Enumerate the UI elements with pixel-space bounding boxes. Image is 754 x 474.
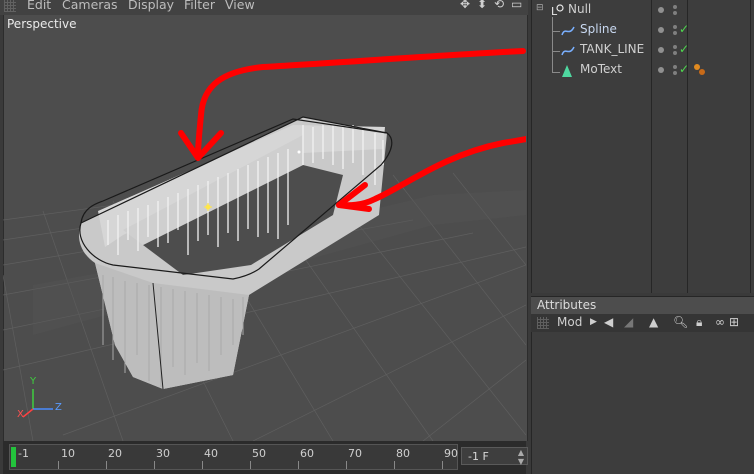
frame-spinner-icon[interactable]: ▲ ▼ [518, 448, 524, 466]
tick-label: 40 [204, 447, 218, 460]
null-icon: L [551, 4, 564, 17]
tick-label: 70 [348, 447, 362, 460]
tick-label: -1 [18, 447, 29, 460]
viewport-menubar: Edit Cameras Display Filter View ✥ ⬍ ⟲ ▭ [0, 0, 528, 15]
enabled-check-icon[interactable]: ✓ [679, 22, 689, 36]
forward-arrow-icon[interactable]: ◢ [624, 315, 633, 329]
tick-label: 60 [300, 447, 314, 460]
visibility-dot[interactable] [658, 67, 664, 73]
new-panel-icon[interactable]: ⊞ [729, 315, 739, 329]
menu-cameras[interactable]: Cameras [62, 0, 118, 12]
spline-icon [561, 46, 575, 56]
spline-icon [561, 26, 575, 36]
tick-mark [298, 461, 299, 469]
axis-z-label: Z [55, 402, 62, 413]
tick-mark [442, 461, 443, 469]
attributes-title: Attributes [537, 298, 597, 312]
attributes-toolbar: Mod ▶ ◀ ◢ ▲ 🔍︎ 🔒︎ ∞ ⊞ [531, 314, 754, 332]
playhead[interactable] [11, 447, 16, 467]
tick-mark [250, 461, 251, 469]
editor-visibility-dot[interactable] [673, 45, 677, 49]
material-tag-icon[interactable] [699, 69, 705, 75]
up-arrow-icon[interactable]: ▲ [649, 315, 658, 329]
object-row-tank-line[interactable]: TANK_LINE ✓ [532, 40, 754, 60]
attributes-header: Attributes [531, 296, 754, 314]
object-row-motext[interactable]: MoText ✓ [532, 60, 754, 80]
axis-x-label: X [17, 409, 24, 420]
tick-label: 90 [444, 447, 458, 460]
render-visibility-dot[interactable] [673, 71, 677, 75]
axis-gizmo [22, 389, 53, 418]
tick-mark [346, 461, 347, 469]
tick-mark [154, 461, 155, 469]
render-visibility-dot[interactable] [673, 51, 677, 55]
tick-mark [106, 461, 107, 469]
timeline-ruler[interactable]: -1 10 20 30 40 50 60 70 80 90 [9, 444, 458, 470]
menubar-grip[interactable] [4, 0, 16, 12]
enabled-check-icon[interactable]: ✓ [679, 42, 689, 56]
rotate-view-icon[interactable]: ⟲ [494, 0, 504, 11]
tank-mesh [78, 116, 393, 390]
current-frame-field[interactable]: -1 F ▲ ▼ [461, 447, 528, 466]
link-icon[interactable]: ∞ [715, 315, 725, 329]
lock-icon[interactable]: 🔒︎ [696, 315, 702, 330]
tick-label: 30 [156, 447, 170, 460]
toolbar-grip[interactable] [537, 317, 549, 329]
tick-label: 20 [108, 447, 122, 460]
current-frame-value: -1 F [468, 450, 489, 463]
motext-icon [562, 65, 572, 77]
mode-arrow-icon[interactable]: ▶ [590, 317, 597, 327]
maximize-view-icon[interactable]: ▭ [511, 0, 522, 11]
tick-mark [202, 461, 203, 469]
axis-y-label: Y [30, 376, 37, 387]
menu-display[interactable]: Display [128, 0, 174, 12]
object-name[interactable]: Null [568, 2, 591, 16]
object-manager: ⊟ L Null Spline ✓ TANK_LINE ✓ MoText ✓ [531, 0, 754, 293]
object-name[interactable]: MoText [580, 62, 622, 76]
menu-filter[interactable]: Filter [184, 0, 215, 12]
mode-menu[interactable]: Mod [557, 315, 582, 329]
tick-label: 80 [396, 447, 410, 460]
object-row-spline[interactable]: Spline ✓ [532, 20, 754, 40]
enabled-check-icon[interactable]: ✓ [679, 62, 689, 76]
editor-visibility-dot[interactable] [673, 5, 677, 9]
tick-mark [58, 461, 59, 469]
editor-visibility-dot[interactable] [673, 25, 677, 29]
render-visibility-dot[interactable] [673, 11, 677, 15]
menu-edit[interactable]: Edit [27, 0, 51, 12]
search-icon[interactable]: 🔍︎ [673, 315, 688, 329]
attributes-body [531, 332, 754, 474]
object-name[interactable]: TANK_LINE [580, 42, 644, 56]
object-name[interactable]: Spline [580, 22, 617, 36]
render-visibility-dot[interactable] [673, 31, 677, 35]
object-row-null[interactable]: ⊟ L Null [532, 0, 754, 20]
viewport-scene[interactable] [3, 15, 526, 441]
visibility-dot[interactable] [658, 47, 664, 53]
editor-visibility-dot[interactable] [673, 65, 677, 69]
back-arrow-icon[interactable]: ◀ [604, 315, 613, 329]
zoom-view-icon[interactable]: ⬍ [477, 0, 487, 11]
menu-view[interactable]: View [225, 0, 255, 12]
tick-label: 50 [252, 447, 266, 460]
tick-label: 10 [61, 447, 75, 460]
timeline: -1 10 20 30 40 50 60 70 80 90 -1 F ▲ ▼ [3, 441, 528, 474]
visibility-dot[interactable] [658, 7, 664, 13]
collapse-toggle-icon[interactable]: ⊟ [536, 3, 544, 13]
tick-mark [394, 461, 395, 469]
visibility-dot[interactable] [658, 27, 664, 33]
move-view-icon[interactable]: ✥ [460, 0, 470, 11]
